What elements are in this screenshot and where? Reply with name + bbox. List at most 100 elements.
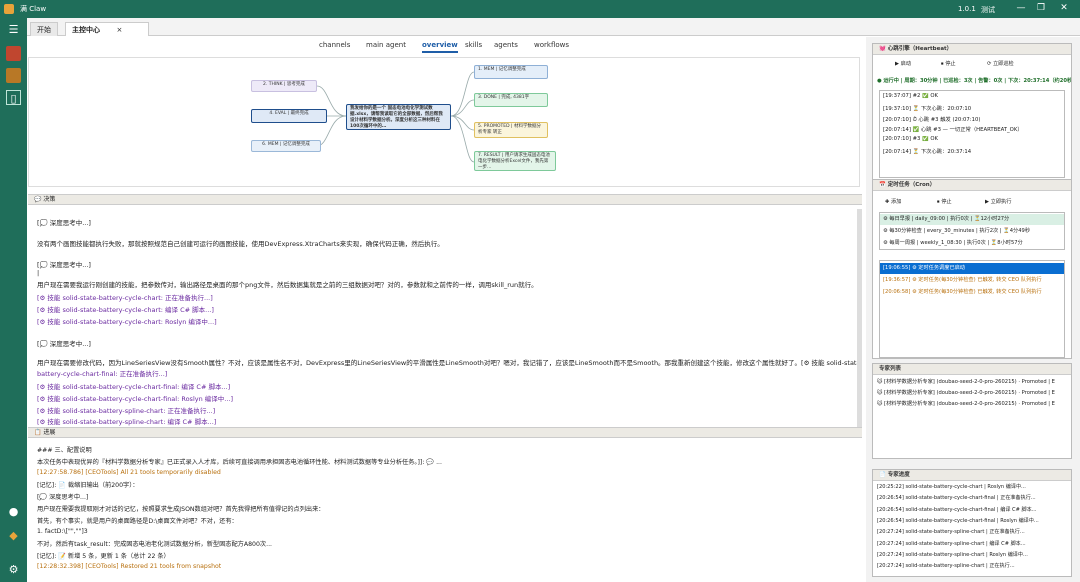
- expert-progress-item: [20:26:54] solid-state-battery-cycle-cha…: [877, 506, 1037, 513]
- title-bar: 满 Claw 1.0.1 测试 — ❐ ✕: [0, 0, 1080, 18]
- app-orange-icon[interactable]: [6, 68, 21, 83]
- tab-main-label: 主控中心: [72, 26, 100, 34]
- decision-scrollbar[interactable]: [857, 209, 862, 427]
- progress-line: [💭 深度思考中...]: [37, 494, 89, 502]
- cron-log-line: [19:36:57] ⚙ 定时任务(每30分钟检查) 已触发, 转交 CEO 队…: [883, 277, 1042, 283]
- decision-log[interactable]: [💭 深度思考中...] 没有两个画图技能都执行失败，那就按照规范自己创建可运行的…: [28, 209, 862, 427]
- minimize-button[interactable]: —: [1013, 3, 1029, 13]
- chat-line: [💭 深度思考中...]: [37, 261, 91, 269]
- cron-log-line: [19:06:55] ⚙ 定时任务调度已启动: [880, 263, 1064, 274]
- skill-status-line: battery-cycle-chart-final: 正在准备执行...]: [37, 370, 168, 378]
- heartbeat-log[interactable]: [19:37:07] #2 ✅ OK [19:37:10] ⏳ 下次心跳：20:0…: [879, 90, 1065, 178]
- mindmap-node-think[interactable]: 2. THINK | 思考完成: [251, 80, 317, 92]
- mindmap-node-done[interactable]: 3. DONE | 完成, 4381字: [474, 93, 548, 107]
- heartbeat-log-line: [20:07:10] ⏱ 心跳 #3 触发 (20:07:10): [883, 116, 981, 123]
- cron-job-item: ⚙ 每30分钟检查 | every_30_minutes | 执行2次 | ⏳4…: [883, 228, 1031, 234]
- cron-job-item: ⚙ 每日早报 | daily_09:00 | 执行0次 | ⏳12小时27分: [880, 214, 1064, 225]
- subtab-channels[interactable]: channels: [319, 41, 350, 49]
- heartbeat-log-line: [20:07:10] #3 ✅ OK: [883, 136, 939, 143]
- settings-gear-icon[interactable]: ⚙: [6, 562, 21, 577]
- progress-line: 不对，然后有task_result：完成固态电池老化测试数据分析，新型固态配方A…: [37, 541, 273, 549]
- plugin-icon[interactable]: ◆: [6, 528, 21, 543]
- decision-panel-title: 决策: [43, 196, 56, 203]
- mindmap-canvas[interactable]: 我发给你的是一个 固态电池电化学测试数据.xlsx，请帮我读取它的全部数据，然后…: [28, 57, 860, 187]
- cron-panel: 📅 定时任务（Cron） ✚ 添加 ⏹ 停止 ▶ 立即执行 ⚙ 每日早报 | d…: [872, 179, 1072, 359]
- skill-status-line: [⚙ 技能 solid-state-battery-spline-chart: …: [37, 418, 217, 426]
- cron-job-list[interactable]: ⚙ 每日早报 | daily_09:00 | 执行0次 | ⏳12小时27分 ⚙ …: [879, 212, 1065, 250]
- heartbeat-status: ● 运行中 | 周期：30分钟 | 已巡检：3次 | 告警：0次 | 下次：20…: [877, 78, 1071, 84]
- app-title: 满 Claw: [20, 5, 47, 13]
- env-label[interactable]: 测试: [981, 5, 995, 15]
- skill-status-line: [⚙ 技能 solid-state-battery-cycle-chart: 正…: [37, 294, 213, 302]
- progress-line: 用户现在需要我提取刚才对话的记忆，按照要求生成JSON数组对吧？首先我得把所有值…: [37, 506, 325, 513]
- chat-line: 没有两个画图技能都执行失败，那就按照规范自己创建可运行的画图技能，使用DevEx…: [37, 240, 444, 248]
- heartbeat-log-line: [19:37:10] ⏳ 下次心跳：20:07:10: [883, 105, 972, 112]
- expert-item: 🐱 [材料学数据分析专家] (doubao-seed-2-0-pro-26021…: [877, 401, 1055, 407]
- heartbeat-log-line: [20:07:14] ✅ 心跳 #3 — 一切正常（HEARTBEAT_OK）: [883, 127, 1023, 134]
- progress-line: ### 三、配置说明: [37, 447, 92, 454]
- mindmap-center-node[interactable]: 我发给你的是一个 固态电池电化学测试数据.xlsx，请帮我读取它的全部数据，然后…: [346, 104, 451, 130]
- right-panel: 💓 心跳引擎（Heartbeat） ▶ 启动 ⏹ 停止 ⟳ 立即巡检 ● 运行中…: [866, 37, 1080, 582]
- main-panel: channels main agent overview skills agen…: [28, 37, 864, 582]
- cron-stop-button[interactable]: ⏹ 停止: [937, 198, 952, 206]
- expert-item: 🐱 [材料学数据分析专家] (doubao-seed-2-0-pro-26021…: [877, 390, 1055, 396]
- subtab-agents[interactable]: agents: [494, 41, 518, 49]
- expert-progress-item: [20:27:24] solid-state-battery-spline-ch…: [877, 540, 1026, 547]
- mindmap-node-eval[interactable]: 4. EVAL | 最终完成: [251, 109, 327, 123]
- sidebar: ☰ ▯ ● ◆ ⚙: [0, 18, 27, 582]
- expert-list-header: 专家列表: [873, 364, 1071, 375]
- mindmap-node-mem1[interactable]: 1. MEM | 记忆调整完成: [474, 65, 548, 79]
- subtab-overview[interactable]: overview: [422, 41, 458, 53]
- expert-list-panel: 专家列表 🐱 [材料学数据分析专家] (doubao-seed-2-0-pro-…: [872, 363, 1072, 459]
- expert-progress-item: [20:26:54] solid-state-battery-cycle-cha…: [877, 517, 1039, 524]
- expert-progress-item: [20:27:24] solid-state-battery-spline-ch…: [877, 551, 1028, 558]
- progress-line: [12:28:32.398] [CEOTools] Restored 21 to…: [37, 563, 222, 570]
- tab-main-control[interactable]: 主控中心 ×: [65, 22, 149, 36]
- progress-log[interactable]: ### 三、配置说明 本次任务中表现优异的『材料学数据分析专家』已正式录入人才库，…: [28, 439, 862, 582]
- app-logo-icon: [4, 4, 14, 14]
- subtab-bar: channels main agent overview skills agen…: [28, 37, 864, 55]
- cron-log[interactable]: [19:06:55] ⚙ 定时任务调度已启动 [19:36:57] ⚙ 定时任务(…: [879, 260, 1065, 358]
- app-red-icon[interactable]: [6, 46, 21, 61]
- mindmap-node-mem6[interactable]: 6. MEM | 记忆调整完成: [251, 140, 321, 152]
- progress-line: 1. factD:\["",""]3: [37, 527, 88, 535]
- skill-status-line: [⚙ 技能 solid-state-battery-cycle-chart: 编…: [37, 306, 214, 314]
- heartbeat-stop-button[interactable]: ⏹ 停止: [941, 60, 956, 68]
- expert-progress-item: [20:25:22] solid-state-battery-cycle-cha…: [877, 484, 1026, 490]
- version-label: 1.0.1: [958, 5, 976, 13]
- heartbeat-check-now-button[interactable]: ⟳ 立即巡检: [987, 60, 1014, 67]
- menu-icon[interactable]: ☰: [6, 22, 21, 37]
- cron-header: 📅 定时任务（Cron）: [873, 180, 1071, 191]
- heartbeat-header: 💓 心跳引擎（Heartbeat）: [873, 44, 1071, 55]
- subtab-skills[interactable]: skills: [465, 41, 482, 49]
- cron-log-line: [20:06:58] ⚙ 定时任务(每30分钟检查) 已触发, 转交 CEO 队…: [883, 289, 1042, 295]
- mindmap-node-result[interactable]: 7. RESULT | 用户请求生成固态电池电化学数据分析Excel文件，我先第…: [474, 151, 556, 171]
- cron-job-item: ⚙ 每周一周报 | weekly_1_08:30 | 执行0次 | ⏳8小时57…: [883, 240, 1023, 246]
- progress-line: [记忆]: 📝 新增 5 条，更新 1 条（总计 22 条）: [37, 553, 170, 561]
- tab-start[interactable]: 开始: [30, 22, 58, 36]
- chat-line: 用户现在需要我运行刚创建的技能，把参数传对，输出路径是桌面的那个png文件，然后…: [37, 281, 538, 289]
- expert-progress-list[interactable]: [20:25:22] solid-state-battery-cycle-cha…: [873, 482, 1071, 576]
- mindmap-node-promoted[interactable]: 5. PROMOTED | 材料学数据分析专家 转正: [474, 122, 548, 138]
- cron-run-now-button[interactable]: ▶ 立即执行: [985, 198, 1011, 205]
- progress-line: 首先，有个事实，就是用户的桌面路径是D:\桌面文件对吧？不对，还有：: [37, 517, 238, 525]
- progress-line: [12:27:58.786] [CEOTools] All 21 tools t…: [37, 468, 221, 476]
- book-icon[interactable]: ▯: [6, 90, 21, 105]
- expert-list-title: 专家列表: [879, 366, 902, 372]
- heartbeat-start-button[interactable]: ▶ 启动: [895, 60, 911, 67]
- subtab-main-agent[interactable]: main agent: [366, 41, 406, 49]
- skill-status-line: [⚙ 技能 solid-state-battery-cycle-chart: R…: [37, 318, 217, 326]
- subtab-workflows[interactable]: workflows: [534, 41, 569, 49]
- chat-line: |: [37, 269, 40, 277]
- expert-progress-title: 专家进度: [887, 472, 910, 478]
- close-window-button[interactable]: ✕: [1056, 3, 1072, 13]
- skill-status-line: [⚙ 技能 solid-state-battery-cycle-chart-fi…: [37, 383, 231, 391]
- expert-list[interactable]: 🐱 [材料学数据分析专家] (doubao-seed-2-0-pro-26021…: [873, 376, 1071, 458]
- progress-line: [记忆]: 📄 裁缩旧输出（前200字）：: [37, 482, 139, 490]
- cron-add-button[interactable]: ✚ 添加: [885, 198, 901, 205]
- tab-close-icon[interactable]: ×: [116, 26, 122, 34]
- restore-button[interactable]: ❐: [1033, 3, 1049, 13]
- skill-status-line: [⚙ 技能 solid-state-battery-cycle-chart-fi…: [37, 395, 234, 403]
- user-icon[interactable]: ●: [6, 504, 21, 519]
- expert-progress-item: [20:26:54] solid-state-battery-cycle-cha…: [877, 495, 1036, 502]
